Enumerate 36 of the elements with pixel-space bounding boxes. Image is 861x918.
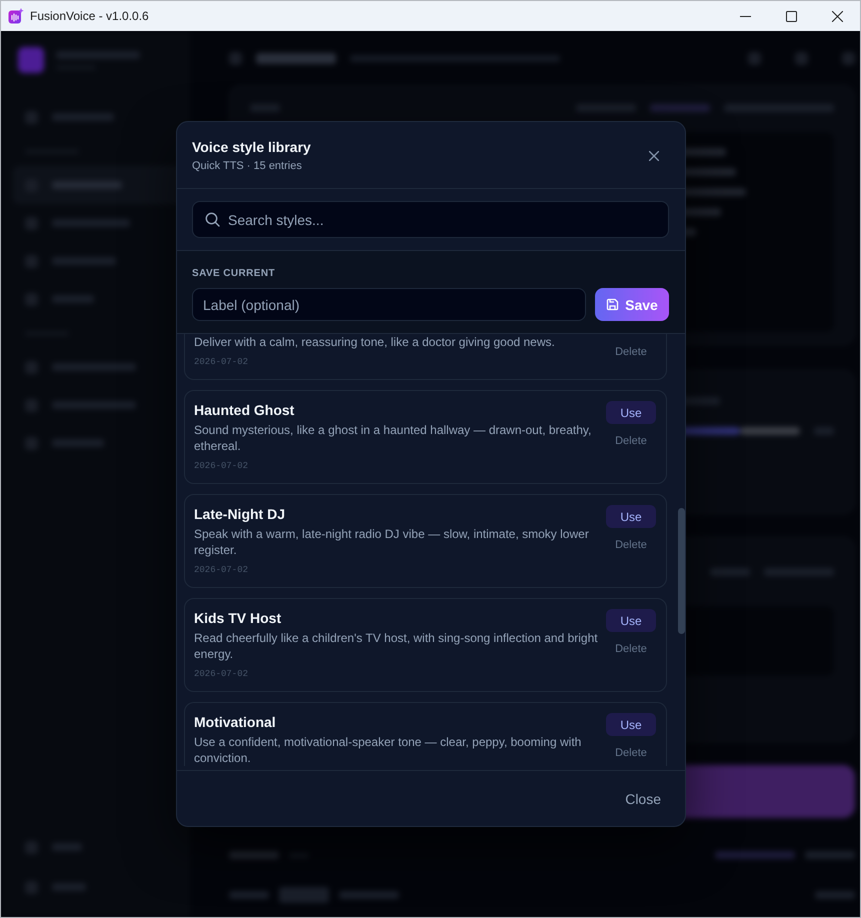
search-field[interactable]: Search styles... bbox=[192, 201, 669, 238]
style-date: 2026-07-02 bbox=[194, 668, 248, 680]
use-button[interactable]: Use bbox=[606, 505, 656, 528]
use-button[interactable]: Use bbox=[606, 401, 656, 424]
dialog-subtitle: Quick TTS · 15 entries bbox=[192, 159, 302, 173]
style-description: Sound mysterious, like a ghost in a haunted hallway — drawn-out, breathy, ethereal. bbox=[194, 422, 592, 454]
window-title: FusionVoice - v1.0.0.6 bbox=[30, 9, 149, 23]
close-icon[interactable] bbox=[832, 10, 842, 22]
search-icon bbox=[205, 212, 220, 227]
label-field[interactable]: Label (optional) bbox=[192, 288, 586, 321]
close-icon[interactable] bbox=[649, 151, 659, 161]
style-date: 2026-07-02 bbox=[194, 460, 248, 472]
close-button[interactable]: Close bbox=[625, 790, 661, 806]
style-description: Read cheerfully like a children's TV host, with sing-song inflection and bright energy. bbox=[194, 630, 598, 662]
use-button[interactable]: Use bbox=[606, 609, 656, 632]
delete-button[interactable]: Delete bbox=[615, 642, 647, 656]
style-description: Speak with a warm, late-night radio DJ vibe — slow, intimate, smoky lower register. bbox=[194, 526, 590, 558]
use-button[interactable]: Use bbox=[606, 713, 656, 736]
style-date: 2026-07-02 bbox=[194, 564, 248, 576]
style-name: Kids TV Host bbox=[194, 609, 282, 627]
style-name: Motivational bbox=[194, 713, 276, 731]
style-date: 2026-07-02 bbox=[194, 356, 248, 368]
delete-button[interactable]: Delete bbox=[615, 746, 647, 760]
delete-button[interactable]: Delete bbox=[615, 538, 647, 552]
delete-button[interactable]: Delete bbox=[615, 345, 647, 359]
style-name: Haunted Ghost bbox=[194, 401, 294, 419]
style-name: Late-Night DJ bbox=[194, 505, 285, 523]
scrollbar-thumb[interactable] bbox=[678, 508, 685, 634]
section-heading: SAVE CURRENT bbox=[192, 267, 275, 281]
maximize-icon[interactable] bbox=[786, 10, 796, 22]
app-logo-icon bbox=[8, 8, 24, 24]
style-description: Deliver with a calm, reassuring tone, like a doctor giving good news. bbox=[194, 334, 555, 350]
style-description: Use a confident, motivational-speaker tone — clear, peppy, booming with conviction. bbox=[194, 734, 582, 766]
save-button[interactable]: Save bbox=[595, 288, 669, 321]
dialog-title: Voice style library bbox=[192, 138, 311, 156]
delete-button[interactable]: Delete bbox=[615, 434, 647, 448]
